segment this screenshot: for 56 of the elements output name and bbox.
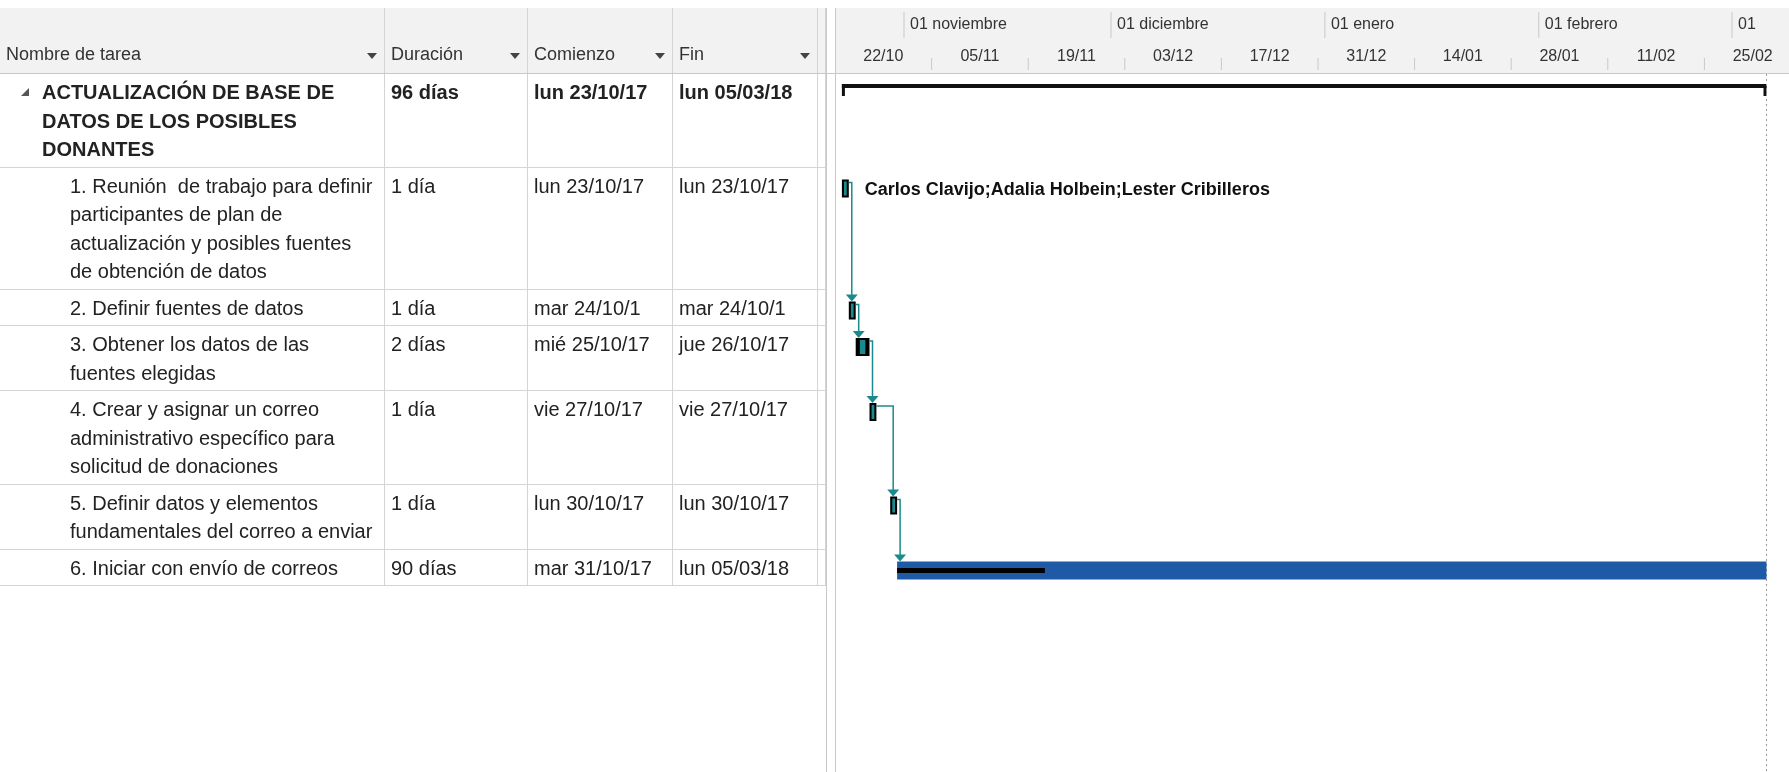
task-name: ACTUALIZACIÓN DE BASE DE DATOS DE LOS POSIBLES DONANTES [42,79,336,162]
week-label: 11/02 [1635,46,1677,66]
week-label: 14/01 [1441,46,1484,66]
week-label: 28/01 [1538,46,1581,66]
task-duration: 1 día [391,398,436,420]
task-duration: 1 día [391,296,436,319]
task-name: 1. Reunión de trabajo para definir participantes de plan de actualización y posibles fuentes de obtención de datos [70,173,374,284]
task-name: 2. Definir fuentes de datos [70,295,304,321]
task-duration: 1 día [391,491,436,514]
week-label: 05/11 [959,46,1001,66]
task-start: lun 30/10/17 [534,491,645,514]
task-finish: lun 23/10/17 [679,174,790,197]
week-label: 25/02 [1731,46,1774,66]
week-label: 17/12 [1248,46,1291,66]
task-finish: vie 27/10/17 [679,398,788,420]
dropdown-icon[interactable] [799,52,811,60]
task-finish: lun 05/03/18 [679,81,793,103]
task-bar[interactable] [848,301,856,320]
task-start: mié 25/10/17 [534,333,650,355]
task-name: 3. Obtener los datos de las fuentes elegidas [70,332,311,386]
dependency-arrow [866,340,879,403]
task-duration: 2 días [391,333,446,355]
month-label: 01 noviembre [910,14,1007,34]
task-start: lun 23/10/17 [534,81,648,103]
task-name: 6. Iniciar con envío de correos [70,555,338,581]
task-bar[interactable] [841,179,849,198]
task-bar[interactable] [855,338,870,356]
task-finish: lun 30/10/17 [679,491,790,514]
task-bar[interactable] [897,561,1767,580]
task-duration: 1 día [391,174,436,197]
task-finish: jue 26/10/17 [679,333,790,355]
collapse-toggle-icon[interactable] [20,87,30,97]
month-label: 01 diciembre [1117,14,1209,34]
dropdown-icon[interactable] [366,52,378,60]
task-bar[interactable] [890,496,898,515]
week-label: 31/12 [1345,46,1388,66]
task-finish: lun 05/03/18 [679,556,790,579]
month-label: 01 [1738,14,1756,34]
week-label: 03/12 [1152,46,1195,66]
week-label: 22/10 [862,46,905,66]
task-bar[interactable] [869,403,877,421]
dropdown-icon[interactable] [509,52,521,60]
task-duration: 90 días [391,556,457,579]
resource-names: Carlos Clavijo;Adalia Holbein;Lester Cribilleros [864,177,1270,200]
month-label: 01 enero [1330,14,1395,34]
task-duration: 96 días [391,81,459,103]
month-label: 01 febrero [1544,14,1618,34]
task-start: mar 31/10/17 [534,556,652,579]
task-start: vie 27/10/17 [534,398,643,420]
dropdown-icon[interactable] [654,52,666,60]
task-start: mar 24/10/1 [534,296,641,319]
task-name: 5. Definir datos y elementos fundamentales del correo a enviar [70,490,374,544]
task-name: 4. Crear y asignar un correo administrativo específico para solicitud de donaciones [70,397,336,479]
task-finish: mar 24/10/1 [679,296,786,319]
week-label: 19/11 [1056,46,1097,66]
task-start: lun 23/10/17 [534,174,645,197]
